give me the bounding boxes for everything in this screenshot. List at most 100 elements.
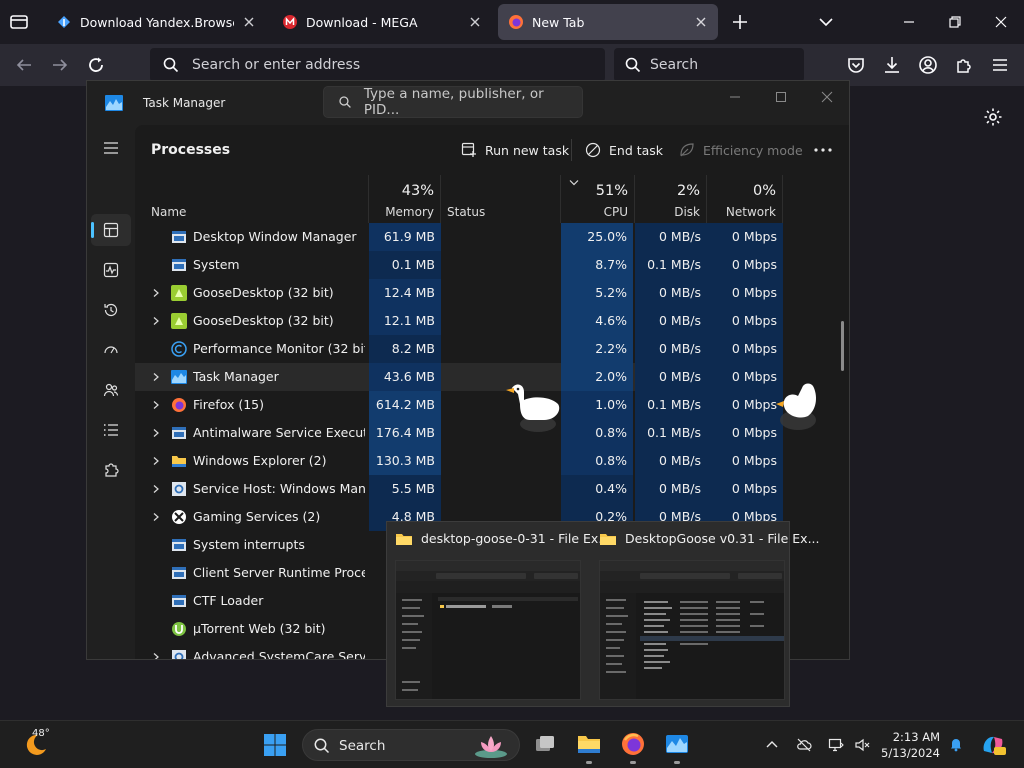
memory-value: 5.5 MB <box>369 475 441 503</box>
minimize-icon[interactable] <box>725 87 745 107</box>
file-explorer-icon[interactable] <box>576 731 602 757</box>
firefox-icon[interactable] <box>620 731 646 757</box>
network-value: 0 Mbps <box>707 307 783 335</box>
downloads-icon[interactable] <box>881 54 903 76</box>
table-row[interactable]: Firefox (15) 614.2 MB 1.0% 0.1 MB/s 0 Mbps <box>135 391 783 419</box>
task-manager-search-input[interactable]: Type a name, publisher, or PID... <box>323 86 583 118</box>
chevron-right-icon[interactable] <box>151 512 161 522</box>
end-task-button[interactable]: End task <box>585 137 663 163</box>
chevron-right-icon[interactable] <box>151 288 161 298</box>
forward-arrow-icon[interactable] <box>48 53 72 77</box>
column-header-cpu[interactable]: 51% CPU <box>561 175 635 223</box>
chevron-right-icon[interactable] <box>151 372 161 382</box>
table-row[interactable]: GooseDesktop (32 bit) 12.1 MB 4.6% 0 MB/s 0 … <box>135 307 783 335</box>
chevron-right-icon[interactable] <box>151 456 161 466</box>
table-row[interactable]: Antimalware Service Executable 176.4 MB 0.… <box>135 419 783 447</box>
search-bar-placeholder: Search <box>650 57 699 73</box>
explorer-preview-desktopgoose-v031[interactable]: DesktopGoose v0.31 - File Ex... <box>591 522 820 708</box>
process-list-scrollbar[interactable] <box>841 321 844 371</box>
chevron-up-icon[interactable] <box>764 737 780 753</box>
volume-muted-icon[interactable] <box>854 737 870 753</box>
minimize-icon[interactable] <box>897 10 921 34</box>
browser-tab-yandex[interactable]: Download Yandex.Browser 24.4 <box>46 4 266 40</box>
column-header-network[interactable]: 0% Network <box>707 175 783 223</box>
task-manager-titlebar[interactable]: Task Manager Type a name, publisher, or … <box>87 81 849 125</box>
taskbar-search-box[interactable]: Search <box>302 729 520 761</box>
close-window-icon[interactable] <box>817 87 837 107</box>
address-bar[interactable]: Search or enter address <box>150 48 605 82</box>
nav-services[interactable] <box>99 458 123 482</box>
column-header-disk[interactable]: 2% Disk <box>635 175 707 223</box>
search-icon <box>339 96 351 108</box>
process-name: System interrupts <box>193 537 305 552</box>
column-header-memory[interactable]: 43% Memory <box>369 175 441 223</box>
reload-icon[interactable] <box>84 53 108 77</box>
efficiency-mode-label: Efficiency mode <box>703 142 803 158</box>
table-row[interactable]: System 0.1 MB 8.7% 0.1 MB/s 0 Mbps <box>135 251 783 279</box>
running-indicator <box>586 761 592 764</box>
window-app-icon <box>172 539 186 551</box>
browser-tab-mega[interactable]: Download - MEGA <box>272 4 492 40</box>
close-icon[interactable] <box>694 15 708 29</box>
chevron-right-icon[interactable] <box>151 428 161 438</box>
nav-startup-apps[interactable] <box>99 338 123 362</box>
chevron-right-icon[interactable] <box>151 652 161 660</box>
table-row[interactable]: GooseDesktop (32 bit) 12.4 MB 5.2% 0 MB/s 0 … <box>135 279 783 307</box>
process-name: System <box>193 257 240 272</box>
table-row[interactable]: Desktop Window Manager 61.9 MB 25.0% 0 MB/s… <box>135 223 783 251</box>
history-icon <box>104 303 118 317</box>
search-bar[interactable]: Search <box>614 48 804 82</box>
hamburger-menu-icon[interactable] <box>989 54 1011 76</box>
column-header-status[interactable]: Status <box>441 175 561 223</box>
cpu-value: 5.2% <box>561 279 633 307</box>
nav-app-history[interactable] <box>99 298 123 322</box>
table-row[interactable]: Task Manager 43.6 MB 2.0% 0 MB/s 0 Mbps <box>135 363 783 391</box>
maximize-icon[interactable] <box>771 87 791 107</box>
table-row[interactable]: Performance Monitor (32 bit) 8.2 MB 2.2% 0 … <box>135 335 783 363</box>
desktop-goose-icon <box>506 384 560 432</box>
new-tab-plus-icon[interactable] <box>730 12 750 32</box>
newtab-settings-gear-icon[interactable] <box>982 106 1004 128</box>
close-icon[interactable] <box>468 15 482 29</box>
browser-tab-new-tab[interactable]: New Tab <box>498 4 718 40</box>
network-total-percent: 0% <box>752 183 776 199</box>
chevron-down-icon[interactable] <box>816 12 836 32</box>
efficiency-mode-button[interactable]: Efficiency mode <box>679 137 803 163</box>
restore-icon[interactable] <box>943 10 967 34</box>
close-window-icon[interactable] <box>989 10 1013 34</box>
search-icon <box>625 57 641 73</box>
task-manager-icon[interactable] <box>664 731 690 757</box>
cpu-value: 4.6% <box>561 307 633 335</box>
cloud-offline-icon[interactable] <box>796 737 812 753</box>
back-arrow-icon[interactable] <box>12 53 36 77</box>
chevron-right-icon[interactable] <box>151 316 161 326</box>
more-options-icon[interactable] <box>811 139 835 161</box>
cpu-value: 2.0% <box>561 363 633 391</box>
run-new-task-button[interactable]: Run new task <box>461 137 569 163</box>
account-icon[interactable] <box>917 54 939 76</box>
nav-users[interactable] <box>99 378 123 402</box>
nav-menu-button[interactable] <box>99 136 123 160</box>
nav-details[interactable] <box>99 418 123 442</box>
windows-start-icon[interactable] <box>263 733 287 757</box>
chevron-right-icon[interactable] <box>151 484 161 494</box>
notification-bell-icon[interactable] <box>948 736 964 752</box>
column-header-name[interactable]: Name <box>135 175 369 223</box>
browser-tab-strip: Download Yandex.Browser 24.4 Download - … <box>0 0 1024 44</box>
extensions-icon[interactable] <box>953 54 975 76</box>
network-display-icon[interactable] <box>828 737 844 753</box>
nav-performance[interactable] <box>99 258 123 282</box>
explorer-preview-desktop-goose[interactable]: desktop-goose-0-31 - File Ex... <box>387 522 610 708</box>
close-icon[interactable] <box>242 15 256 29</box>
nav-processes[interactable] <box>99 218 123 242</box>
rail-selection-indicator <box>91 222 94 238</box>
preview-title: desktop-goose-0-31 - File Ex... <box>395 531 610 546</box>
copilot-icon[interactable] <box>980 733 1006 757</box>
task-view-icon[interactable] <box>532 731 558 757</box>
taskbar-clock[interactable]: 2:13 AM 5/13/2024 <box>874 729 940 761</box>
firefox-view-icon[interactable] <box>8 11 30 33</box>
table-row[interactable]: Service Host: Windows Manag... 5.5 MB 0.4%… <box>135 475 783 503</box>
chevron-right-icon[interactable] <box>151 400 161 410</box>
pocket-icon[interactable] <box>845 54 867 76</box>
table-row[interactable]: Windows Explorer (2) 130.3 MB 0.8% 0 MB/s 0 … <box>135 447 783 475</box>
